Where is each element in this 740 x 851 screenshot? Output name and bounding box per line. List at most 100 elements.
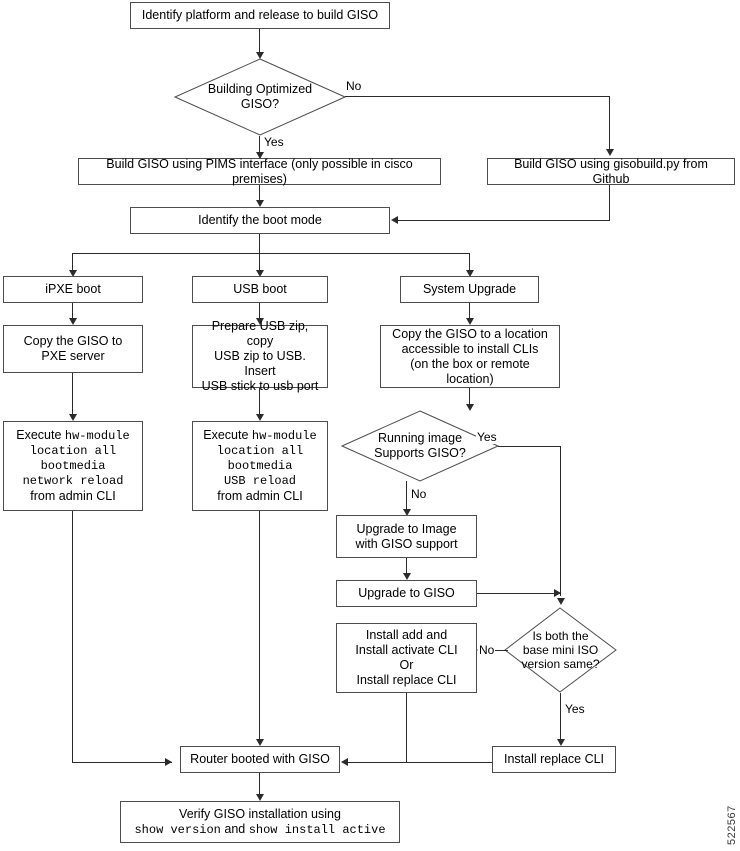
node-building-optimized-giso: Building Optimized GISO?	[174, 58, 346, 136]
label-line-2: base mini ISO	[522, 643, 599, 657]
node-router-booted-with-giso: Router booted with GISO	[180, 746, 340, 773]
node-build-giso-pims: Build GISO using PIMS interface (only po…	[78, 156, 441, 186]
execute-prefix: Execute	[203, 428, 252, 442]
node-prepare-usb-label: Prepare USB zip, copy USB zip to USB. In…	[193, 319, 327, 394]
node-identify-platform: Identify platform and release to build G…	[130, 2, 390, 29]
node-copy-giso-location-label: Copy the GISO to a location accessible t…	[381, 327, 559, 387]
label-line-1: Running image	[377, 431, 463, 445]
edge-gisobuild-to-bootmode	[398, 220, 610, 221]
node-copy-giso-pxe-label: Copy the GISO to PXE server	[4, 334, 142, 364]
edge-installreplace-to-router	[348, 762, 493, 763]
verify-cmd-1: show version	[134, 822, 221, 837]
label-line-1: Prepare USB zip, copy	[211, 319, 309, 348]
execute-cmd-4: network reload	[22, 474, 124, 488]
arrowhead-to-install-replace	[557, 739, 565, 746]
node-prepare-usb: Prepare USB zip, copy USB zip to USB. In…	[192, 319, 328, 393]
label-line-2: accessible to install CLIs	[401, 341, 539, 356]
execute-suffix: from admin CLI	[30, 489, 116, 503]
edge-ipxe-to-router	[72, 762, 172, 763]
label-line-1: Building Optimized	[207, 82, 313, 96]
edge-supports-yes-horizontal	[498, 446, 561, 447]
edge-label-optimized-yes: Yes	[263, 135, 285, 149]
node-running-image-supports-giso: Running image Supports GISO?	[341, 410, 499, 482]
edge-executeusb-down	[259, 511, 260, 743]
label-line-3: version same?	[521, 657, 600, 671]
node-upgrade-to-giso: Upgrade to GISO	[336, 580, 477, 607]
node-ipxe-boot-label: iPXE boot	[45, 282, 101, 296]
execute-cmd-3: bootmedia	[227, 459, 293, 473]
node-copy-giso-pxe: Copy the GISO to PXE server	[3, 325, 143, 373]
node-build-giso-gisobuild: Build GISO using gisobuild.py from Githu…	[487, 156, 735, 186]
execute-cmd-2: location all	[216, 444, 304, 458]
node-verify-giso-installation-label: Verify GISO installation using show vers…	[121, 807, 399, 838]
execute-cmd-3: bootmedia	[40, 459, 106, 473]
arrowhead-bootmode-right	[391, 216, 398, 224]
arrowhead-router-top	[256, 739, 264, 746]
verify-line-2: show version and show install active	[127, 822, 393, 838]
label-line-1: Install add and	[365, 628, 448, 642]
node-copy-giso-location: Copy the GISO to a location accessible t…	[380, 325, 560, 388]
figure-id: 522567	[726, 805, 738, 845]
verify-cmd-2: show install active	[248, 822, 386, 837]
node-system-upgrade: System Upgrade	[400, 276, 539, 303]
label-line-3: (on the box or remote location)	[410, 356, 530, 386]
execute-suffix: from admin CLI	[217, 489, 303, 503]
arrowhead-to-bootmode	[256, 200, 264, 207]
label-line-3: Or	[399, 658, 414, 672]
label-line-2: USB zip to USB. Insert	[214, 349, 306, 378]
edge-label-supports-no: No	[410, 487, 428, 501]
node-identify-platform-label: Identify platform and release to build G…	[141, 8, 379, 22]
arrowhead-join-trunk	[554, 589, 561, 597]
node-build-giso-gisobuild-label: Build GISO using gisobuild.py from Githu…	[514, 156, 708, 186]
arrowhead-to-execute-ipxe	[69, 414, 77, 421]
label-line-1: Copy the GISO to	[23, 334, 123, 348]
node-building-optimized-giso-label: Building Optimized GISO?	[189, 82, 330, 112]
edge-installadd-down	[406, 693, 407, 762]
arrowhead-router-left	[165, 758, 172, 766]
node-identify-boot-mode: Identify the boot mode	[130, 207, 390, 234]
label-line-2: with GISO support	[355, 536, 458, 551]
execute-cmd-4: USB reload	[223, 474, 296, 488]
execute-prefix: Execute	[16, 428, 65, 442]
verify-conjunction: and	[220, 821, 249, 836]
node-running-image-supports-giso-label: Running image Supports GISO?	[355, 431, 485, 461]
execute-line-1: Execute hw-module	[199, 428, 321, 444]
arrowhead-to-verify-giso	[256, 794, 264, 801]
edge-optimized-no-horizontal	[345, 96, 610, 97]
flowchart-canvas: Identify platform and release to build G…	[0, 0, 740, 851]
label-line-3: USB stick to usb port	[201, 379, 319, 393]
node-upgrade-to-image-label: Upgrade to Image with GISO support	[337, 522, 476, 552]
edge-miniiso-yes-vertical	[560, 693, 561, 743]
verify-line-1: Verify GISO installation using	[179, 806, 341, 821]
node-upgrade-to-image: Upgrade to Image with GISO support	[336, 515, 477, 558]
edge-label-miniiso-no: No	[478, 643, 496, 657]
label-line-4: Install replace CLI	[356, 673, 457, 687]
execute-cmd-1: hw-module	[251, 429, 317, 443]
label-line-2: PXE server	[41, 349, 105, 363]
label-line-2: Install activate CLI	[355, 643, 458, 657]
arrowhead-to-upgrade-giso	[403, 573, 411, 580]
node-usb-boot-label: USB boot	[233, 282, 287, 296]
node-system-upgrade-label: System Upgrade	[422, 282, 517, 296]
arrowhead-to-execute-usb	[256, 414, 264, 421]
node-install-replace-cli-label: Install replace CLI	[503, 752, 605, 766]
node-execute-ipxe: Execute hw-module location all bootmedia…	[3, 421, 143, 511]
label-line-2: Supports GISO?	[374, 446, 466, 460]
edge-upgradegiso-to-trunk	[477, 593, 561, 594]
node-base-mini-iso-same-label: Is both the base mini ISO version same?	[504, 629, 617, 671]
node-install-add-activate: Install add and Install activate CLI Or …	[336, 623, 477, 693]
arrowhead-router-right	[341, 758, 348, 766]
edge-bootmode-fanout	[72, 253, 470, 254]
edge-optimized-no-vertical	[609, 96, 610, 152]
edge-executeipxe-down	[72, 511, 73, 763]
execute-cmd-1: hw-module	[64, 429, 130, 443]
node-verify-giso-installation: Verify GISO installation using show vers…	[120, 801, 400, 843]
node-execute-usb: Execute hw-module location all bootmedia…	[192, 421, 328, 511]
node-identify-boot-mode-label: Identify the boot mode	[198, 213, 322, 227]
arrowhead-to-copy-giso-location	[466, 318, 474, 325]
node-build-giso-pims-label: Build GISO using PIMS interface (only po…	[106, 156, 413, 186]
node-ipxe-boot: iPXE boot	[3, 276, 143, 303]
edge-copypxe-down	[72, 373, 73, 418]
execute-line-1: Execute hw-module	[10, 428, 136, 444]
edge-label-optimized-no: No	[345, 79, 363, 93]
